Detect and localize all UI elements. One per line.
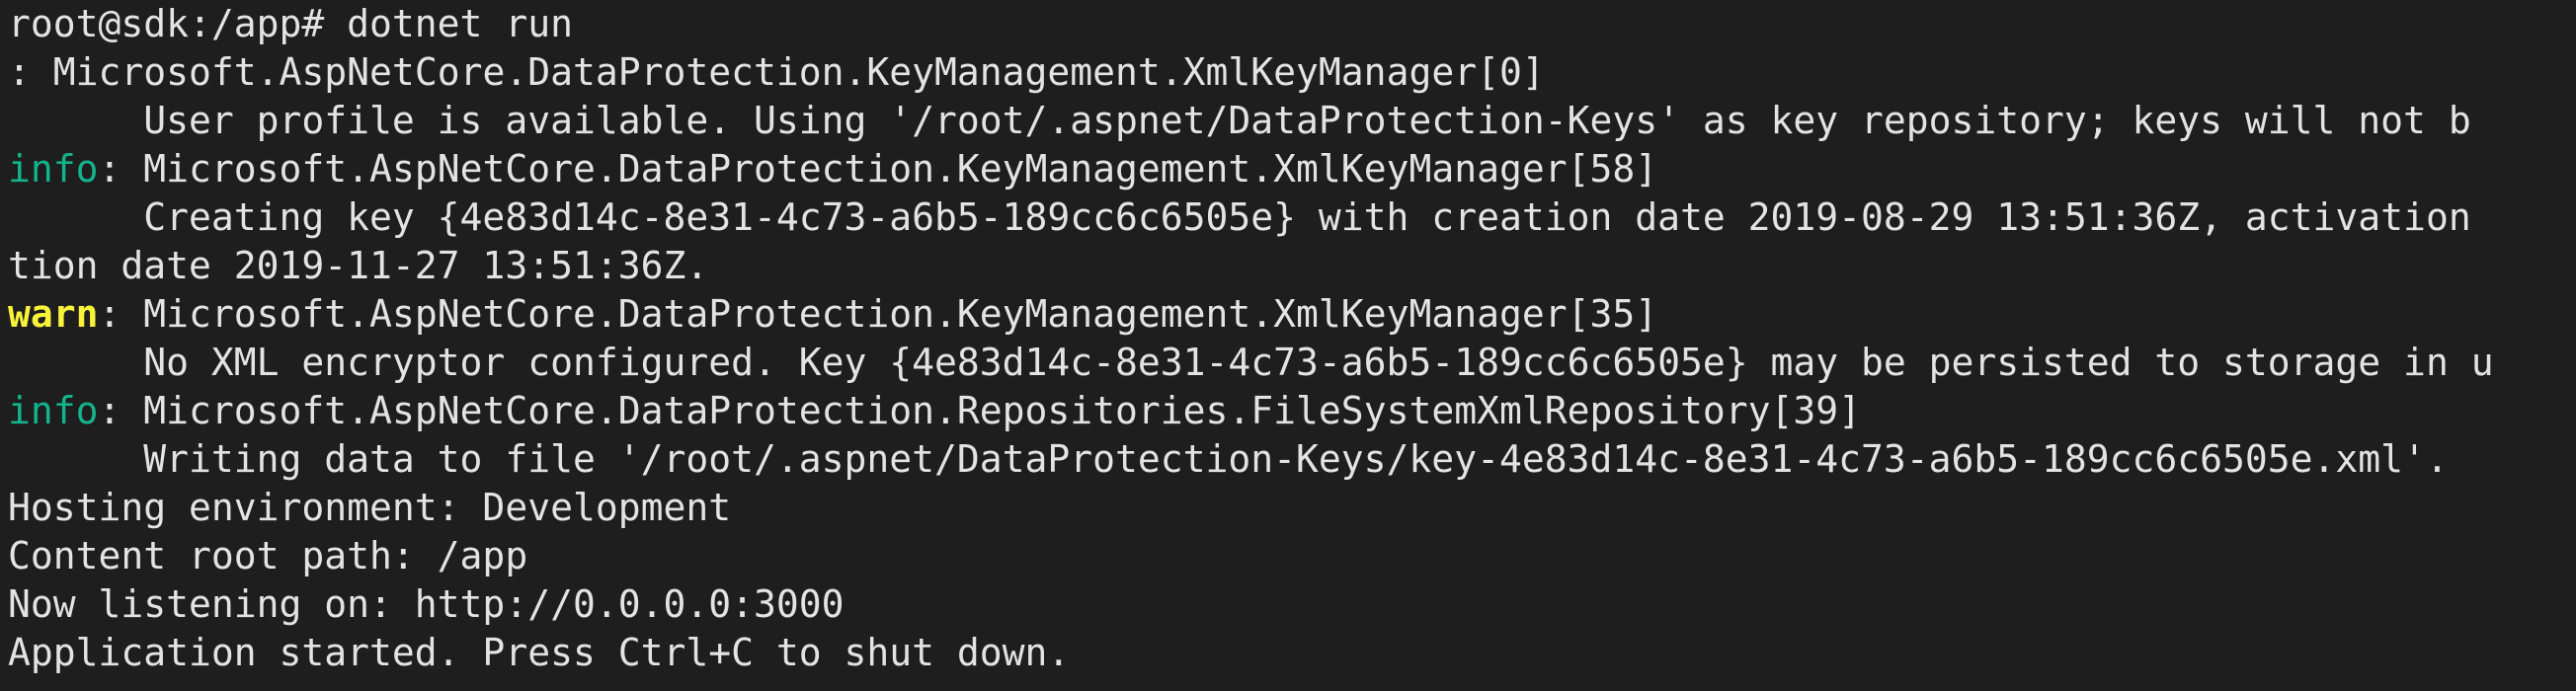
log-separator: : (98, 389, 144, 432)
log-source: Microsoft.AspNetCore.DataProtection.KeyM… (143, 147, 1658, 191)
shell-prompt: root@sdk:/app# (8, 2, 348, 45)
log-header-line: info: Microsoft.AspNetCore.DataProtectio… (8, 387, 2576, 435)
status-line-environment: Hosting environment: Development (8, 486, 732, 529)
command-line: root@sdk:/app# dotnet run (8, 0, 2576, 48)
log-message-line: No XML encryptor configured. Key {4e83d1… (8, 341, 2494, 384)
status-line-content-root: Content root path: /app (8, 534, 528, 577)
log-message-wrap-line: tion date 2019-11-27 13:51:36Z. (8, 244, 709, 287)
log-separator: : (98, 147, 144, 191)
log-level-info: info (8, 147, 99, 191)
log-level-warn: warn (8, 292, 99, 336)
log-source: Microsoft.AspNetCore.DataProtection.KeyM… (52, 50, 1545, 94)
log-separator: : (98, 292, 144, 336)
log-separator: : (8, 50, 53, 94)
status-line-listening: Now listening on: http://0.0.0.0:3000 (8, 582, 845, 626)
log-message-line: Writing data to file '/root/.aspnet/Data… (8, 437, 2449, 481)
log-header-line: info: Microsoft.AspNetCore.DataProtectio… (8, 145, 2576, 193)
status-line-started: Application started. Press Ctrl+C to shu… (8, 631, 1071, 674)
log-message-line: Creating key {4e83d14c-8e31-4c73-a6b5-18… (8, 195, 2471, 239)
log-message-line: User profile is available. Using '/root/… (8, 99, 2471, 142)
terminal-window[interactable]: root@sdk:/app# dotnet run : Microsoft.As… (0, 0, 2576, 691)
log-source: Microsoft.AspNetCore.DataProtection.KeyM… (143, 292, 1658, 336)
log-header-line: : Microsoft.AspNetCore.DataProtection.Ke… (8, 48, 2576, 97)
command-text: dotnet run (347, 2, 573, 45)
log-header-line: warn: Microsoft.AspNetCore.DataProtectio… (8, 290, 2576, 339)
log-source: Microsoft.AspNetCore.DataProtection.Repo… (143, 389, 1862, 432)
input-line[interactable] (8, 677, 2576, 691)
log-level-info: info (8, 389, 99, 432)
